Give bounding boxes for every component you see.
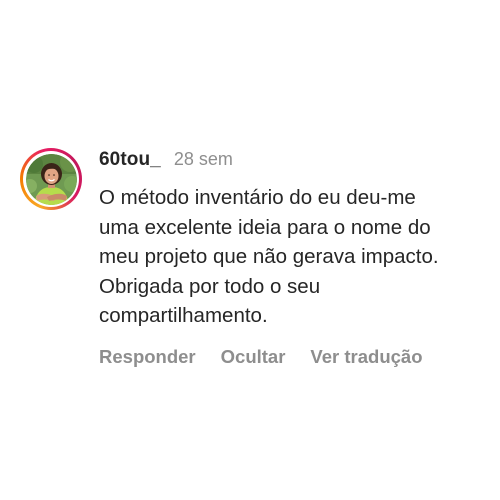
timestamp: 28 sem: [173, 149, 233, 169]
comment-text: O método inventário do eu deu-me uma exc…: [99, 186, 439, 327]
avatar-story-ring[interactable]: [20, 148, 82, 210]
comment-screen: 60tou_ 28 sem O método inventário do eu …: [0, 0, 500, 500]
avatar-ring-gap: [23, 151, 79, 207]
comment-body: 60tou_ 28 sem O método inventário do eu …: [99, 149, 494, 368]
comment-header: 60tou_ 28 sem: [99, 149, 494, 177]
hide-button[interactable]: Ocultar: [221, 346, 286, 368]
reply-button[interactable]: Responder: [99, 346, 196, 368]
see-translation-button[interactable]: Ver tradução: [310, 346, 422, 368]
avatar[interactable]: [25, 153, 77, 205]
comment-actions: Responder Ocultar Ver tradução: [99, 346, 494, 368]
username[interactable]: 60tou_: [99, 149, 161, 171]
